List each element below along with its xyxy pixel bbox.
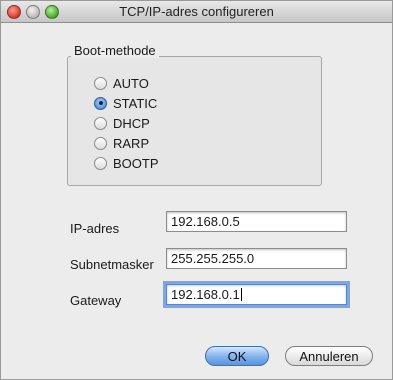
radio-auto[interactable]: AUTO bbox=[94, 74, 149, 92]
ok-button[interactable]: OK bbox=[205, 346, 269, 366]
title-bar: TCP/IP-adres configureren bbox=[1, 1, 392, 23]
ip-address-value: 192.168.0.5 bbox=[171, 214, 240, 229]
radio-bootp-label: BOOTP bbox=[113, 155, 159, 171]
subnet-mask-label: Subnetmasker bbox=[70, 257, 154, 272]
radio-rarp-label: RARP bbox=[113, 135, 150, 151]
radio-static-label: STATIC bbox=[113, 95, 158, 111]
boot-method-label: Boot-methode bbox=[71, 43, 159, 58]
dialog-window: TCP/IP-adres configureren Boot-methode A… bbox=[0, 0, 393, 380]
radio-dhcp[interactable]: DHCP bbox=[94, 114, 150, 132]
subnet-mask-value: 255.255.255.0 bbox=[171, 251, 255, 266]
subnet-mask-field[interactable]: 255.255.255.0 bbox=[166, 248, 347, 269]
radio-button-auto[interactable] bbox=[94, 76, 107, 90]
ip-address-field[interactable]: 192.168.0.5 bbox=[166, 211, 347, 232]
radio-bootp[interactable]: BOOTP bbox=[94, 154, 159, 172]
radio-button-static[interactable] bbox=[94, 96, 107, 110]
gateway-value: 192.168.0.1 bbox=[171, 287, 240, 302]
window-title: TCP/IP-adres configureren bbox=[119, 4, 274, 19]
cancel-button[interactable]: Annuleren bbox=[285, 346, 373, 366]
gateway-field[interactable]: 192.168.0.1 bbox=[166, 284, 347, 305]
radio-static[interactable]: STATIC bbox=[94, 94, 157, 112]
radio-auto-label: AUTO bbox=[113, 75, 149, 91]
text-caret bbox=[240, 288, 242, 301]
radio-button-rarp[interactable] bbox=[94, 136, 107, 150]
radio-button-dhcp[interactable] bbox=[94, 116, 107, 130]
radio-dhcp-label: DHCP bbox=[113, 115, 150, 131]
gateway-label: Gateway bbox=[70, 293, 122, 308]
radio-button-bootp[interactable] bbox=[94, 156, 107, 170]
radio-rarp[interactable]: RARP bbox=[94, 134, 149, 152]
ip-address-label: IP-adres bbox=[70, 221, 120, 236]
